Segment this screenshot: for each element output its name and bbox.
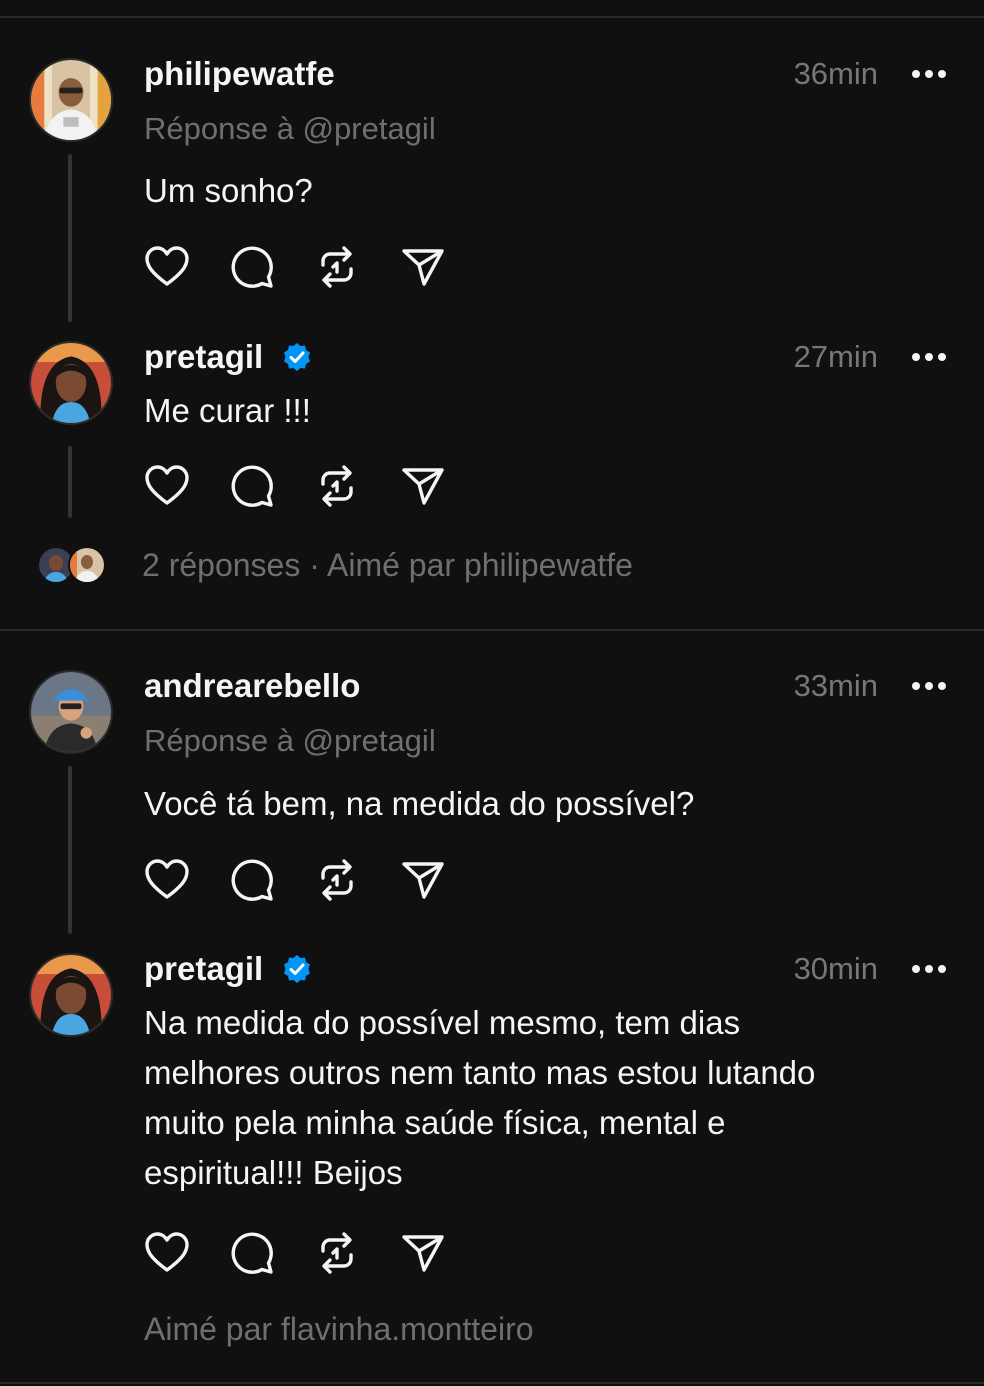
action-bar [144,857,454,905]
likes-summary[interactable]: Aimé par flavinha.montteiro [144,1309,534,1349]
action-bar [144,244,454,292]
replier-avatar [68,546,106,584]
post-time: 30min [793,951,878,986]
thread-divider [0,629,984,631]
send-icon[interactable] [400,244,446,290]
verified-badge-icon [282,954,312,984]
more-icon[interactable] [910,962,948,974]
repost-icon[interactable] [314,244,360,290]
send-icon[interactable] [400,463,446,509]
comment-icon[interactable] [229,857,275,903]
heart-icon[interactable] [144,463,190,509]
reply-to-label[interactable]: Réponse à @pretagil [144,109,436,149]
more-icon[interactable] [910,679,948,691]
action-bar [144,1230,454,1278]
action-bar [144,463,454,511]
post-time: 27min [793,339,878,374]
verified-badge-icon [282,342,312,372]
heart-icon[interactable] [144,1230,190,1276]
avatar[interactable] [29,58,113,142]
more-icon[interactable] [910,67,948,79]
more-icon[interactable] [910,350,948,362]
comment-icon[interactable] [229,244,275,290]
comment-icon[interactable] [229,463,275,509]
thread-connector-line [68,766,72,934]
post-time: 36min [793,56,878,91]
avatar[interactable] [29,341,113,425]
post-text: Um sonho? [144,172,313,209]
repost-icon[interactable] [314,463,360,509]
reply-to-label[interactable]: Réponse à @pretagil [144,721,436,761]
send-icon[interactable] [400,857,446,903]
heart-icon[interactable] [144,857,190,903]
username[interactable]: philipewatfe [144,54,335,94]
post-time: 33min [793,668,878,703]
username[interactable]: pretagil [144,337,263,377]
thread-connector-line [68,154,72,322]
avatar[interactable] [29,953,113,1037]
threads-replies-page: philipewatfe 36min Réponse à @pretagil U… [0,0,984,1386]
bottom-divider [0,1382,984,1384]
username[interactable]: pretagil [144,949,263,989]
post-text: Na medida do possível mesmo, tem dias me… [144,1004,816,1191]
send-icon[interactable] [400,1230,446,1276]
repost-icon[interactable] [314,857,360,903]
heart-icon[interactable] [144,244,190,290]
username[interactable]: andrearebello [144,666,360,706]
avatar[interactable] [29,670,113,754]
top-divider [0,16,984,18]
repost-icon[interactable] [314,1230,360,1276]
thread-connector-line [68,446,72,518]
post-text: Me curar !!! [144,392,311,429]
replies-and-likes-summary[interactable]: 2 réponses · Aimé par philipewatfe [142,545,633,585]
comment-icon[interactable] [229,1230,275,1276]
post-text: Você tá bem, na medida do possível? [144,785,695,822]
